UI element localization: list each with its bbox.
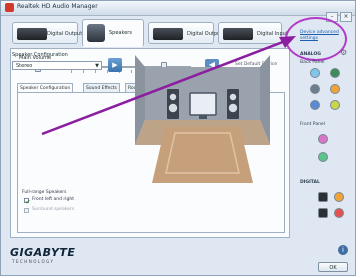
arrow-line (41, 38, 289, 136)
annotation-arrow (41, 36, 296, 136)
